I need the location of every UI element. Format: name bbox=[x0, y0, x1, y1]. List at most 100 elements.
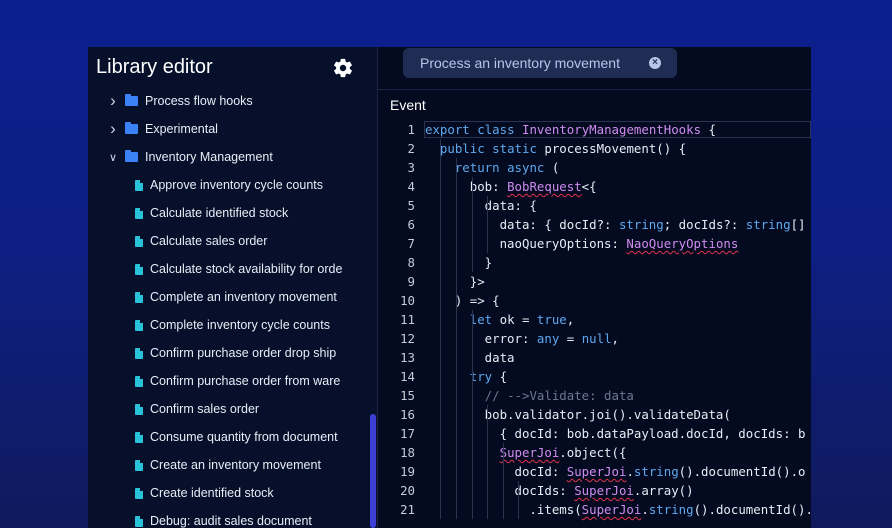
code-line[interactable]: .items(SuperJoi.string().documentId(). bbox=[425, 500, 811, 519]
tree-item-label: Consume quantity from document bbox=[150, 430, 338, 444]
folder-icon bbox=[125, 94, 138, 106]
code-line[interactable]: }> bbox=[425, 272, 485, 291]
tree-file[interactable]: Confirm sales order bbox=[135, 395, 343, 423]
file-icon bbox=[135, 515, 143, 527]
file-icon bbox=[135, 431, 143, 443]
code-line[interactable]: export class InventoryManagementHooks { bbox=[425, 120, 716, 139]
folder-icon bbox=[125, 122, 138, 134]
indent-guide bbox=[456, 158, 457, 519]
code-line[interactable]: { docId: bob.dataPayload.docId, docIds: … bbox=[425, 424, 806, 443]
file-icon bbox=[135, 459, 143, 471]
file-icon bbox=[135, 403, 143, 415]
code-line[interactable]: bob.validator.joi().validateData( bbox=[425, 405, 731, 424]
line-number: 17 bbox=[400, 426, 415, 441]
tab-bar: Process an inventory movement × bbox=[378, 47, 811, 90]
indent-guide bbox=[472, 177, 473, 272]
code-line[interactable]: } bbox=[425, 253, 492, 272]
tree-file[interactable]: Calculate identified stock bbox=[135, 199, 343, 227]
line-number: 7 bbox=[407, 236, 415, 251]
tree-item-label: Experimental bbox=[145, 122, 218, 136]
line-number: 18 bbox=[400, 445, 415, 460]
code-line[interactable]: docId: SuperJoi.string().documentId().o bbox=[425, 462, 806, 481]
line-number: 9 bbox=[407, 274, 415, 289]
close-icon[interactable]: × bbox=[649, 57, 661, 69]
tree-item-label: Debug: audit sales document bbox=[150, 514, 312, 528]
file-icon bbox=[135, 375, 143, 387]
code-line[interactable]: ) => { bbox=[425, 291, 500, 310]
chevron-down-icon[interactable]: ∨ bbox=[106, 151, 120, 164]
line-number: 8 bbox=[407, 255, 415, 270]
file-icon bbox=[135, 487, 143, 499]
tree-item-label: Approve inventory cycle counts bbox=[150, 178, 324, 192]
indent-guide bbox=[440, 139, 441, 519]
sidebar-scroll-thumb[interactable] bbox=[370, 414, 376, 528]
chevron-right-icon[interactable]: › bbox=[106, 91, 120, 111]
tree-file[interactable]: Calculate stock availability for orde bbox=[135, 255, 343, 283]
tree-item-label: Process flow hooks bbox=[145, 94, 253, 108]
gear-icon[interactable] bbox=[332, 57, 354, 79]
code-area[interactable]: export class InventoryManagementHooks { … bbox=[425, 120, 811, 528]
line-number: 1 bbox=[407, 122, 415, 137]
tab-label: Process an inventory movement bbox=[420, 55, 620, 71]
sidebar: Library editor › Process flow hooks › Exper… bbox=[88, 47, 378, 528]
line-number: 5 bbox=[407, 198, 415, 213]
tree-item-label: Calculate identified stock bbox=[150, 206, 289, 220]
line-number: 10 bbox=[400, 293, 415, 308]
file-icon bbox=[135, 179, 143, 191]
code-line[interactable]: data: { docId?: string; docIds?: string[… bbox=[425, 215, 806, 234]
tree-item-label: Complete an inventory movement bbox=[150, 290, 337, 304]
app-window: Library editor › Process flow hooks › Exper… bbox=[88, 47, 811, 528]
file-icon bbox=[135, 263, 143, 275]
line-number: 6 bbox=[407, 217, 415, 232]
line-number: 15 bbox=[400, 388, 415, 403]
code-line[interactable]: data bbox=[425, 348, 515, 367]
code-line[interactable]: data: { bbox=[425, 196, 537, 215]
file-icon bbox=[135, 319, 143, 331]
code-line[interactable]: docIds: SuperJoi.array() bbox=[425, 481, 694, 500]
code-line[interactable]: bob: BobRequest<{ bbox=[425, 177, 597, 196]
file-icon bbox=[135, 235, 143, 247]
code-line[interactable]: try { bbox=[425, 367, 507, 386]
indent-guide bbox=[487, 405, 488, 519]
tree-item-label: Confirm purchase order from ware bbox=[150, 374, 341, 388]
tree-folder[interactable]: ∨ Inventory Management bbox=[106, 143, 273, 171]
tree-file[interactable]: Complete inventory cycle counts bbox=[135, 311, 343, 339]
tree-item-label: Calculate stock availability for orde bbox=[150, 262, 343, 276]
tree-file[interactable]: Confirm purchase order from ware bbox=[135, 367, 343, 395]
chevron-right-icon[interactable]: › bbox=[106, 119, 120, 139]
code-line[interactable]: return async ( bbox=[425, 158, 559, 177]
indent-guide bbox=[518, 481, 519, 519]
line-number: 3 bbox=[407, 160, 415, 175]
tree-folder[interactable]: › Process flow hooks bbox=[106, 87, 253, 115]
tree-file[interactable]: Calculate sales order bbox=[135, 227, 343, 255]
code-line[interactable]: let ok = true, bbox=[425, 310, 574, 329]
tab-process-inventory-movement[interactable]: Process an inventory movement × bbox=[403, 48, 677, 78]
tree-item-label: Inventory Management bbox=[145, 150, 273, 164]
line-number: 12 bbox=[400, 331, 415, 346]
code-line[interactable]: error: any = null, bbox=[425, 329, 619, 348]
tree-item-label: Confirm sales order bbox=[150, 402, 260, 416]
tree-item-label: Create an inventory movement bbox=[150, 458, 321, 472]
tree-folder[interactable]: › Experimental bbox=[106, 115, 218, 143]
tree-file[interactable]: Confirm purchase order drop ship bbox=[135, 339, 343, 367]
line-number: 11 bbox=[400, 312, 415, 327]
tree-file[interactable]: Consume quantity from document bbox=[135, 423, 343, 451]
line-number: 19 bbox=[400, 464, 415, 479]
tree-item-label: Create identified stock bbox=[150, 486, 274, 500]
tree-file[interactable]: Create identified stock bbox=[135, 479, 343, 507]
tree-file[interactable]: Debug: audit sales document bbox=[135, 507, 343, 528]
line-number: 16 bbox=[400, 407, 415, 422]
tree-item-label: Calculate sales order bbox=[150, 234, 268, 248]
indent-guide bbox=[503, 443, 504, 519]
tree-file[interactable]: Complete an inventory movement bbox=[135, 283, 343, 311]
tree-file[interactable]: Create an inventory movement bbox=[135, 451, 343, 479]
code-editor[interactable]: 1 2 3 4 5 6 7 8 9 10 11 12 13 14 15 16 17 18 19 20 21 export… bbox=[378, 120, 811, 528]
code-line[interactable]: public static processMovement() { bbox=[425, 139, 686, 158]
file-icon bbox=[135, 207, 143, 219]
tree-item-label: Confirm purchase order drop ship bbox=[150, 346, 337, 360]
tree-file[interactable]: Approve inventory cycle counts bbox=[135, 171, 343, 199]
sidebar-title: Library editor bbox=[96, 56, 213, 78]
line-number: 21 bbox=[400, 502, 415, 517]
line-number: 13 bbox=[400, 350, 415, 365]
line-number: 2 bbox=[407, 141, 415, 156]
